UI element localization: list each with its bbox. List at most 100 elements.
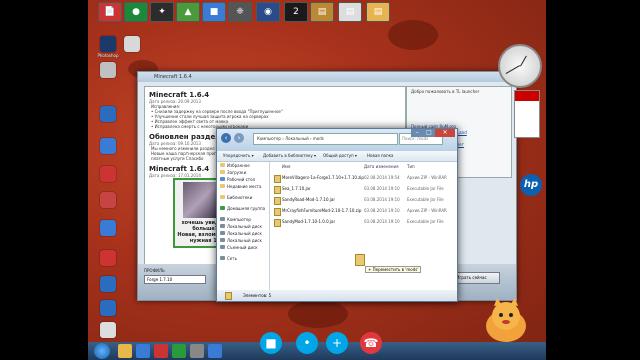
desktop-icon-9[interactable]	[100, 300, 116, 316]
video-off-icon[interactable]: ■	[260, 332, 282, 354]
nav-item[interactable]: Съемный диск	[217, 244, 269, 251]
nav-item[interactable]: Библиотеки	[217, 194, 269, 201]
nav-item[interactable]: Локальный диск	[217, 237, 269, 244]
file-date: 03.08.2014 19:10	[364, 219, 400, 224]
taskbar-app-icon[interactable]	[154, 344, 168, 358]
top-launcher-5-icon[interactable]: ❈	[228, 2, 252, 22]
file-icon	[274, 186, 281, 194]
desktop-icon-1[interactable]	[100, 62, 116, 78]
col-name[interactable]: Имя	[282, 164, 290, 169]
top-launcher-6-icon[interactable]: ◉	[256, 2, 280, 22]
nav-item[interactable]: Сеть	[217, 255, 269, 262]
nav-item[interactable]: Домашняя группа	[217, 205, 269, 212]
back-button[interactable]: ‹	[221, 133, 231, 143]
top-launcher-10-icon[interactable]: ▤	[366, 2, 390, 22]
minimize-button[interactable]: –	[411, 129, 423, 137]
taskbar-app-icon[interactable]	[118, 344, 132, 358]
desktop-icon-8[interactable]	[100, 276, 116, 292]
top-launcher-7-icon[interactable]: 2	[284, 2, 308, 22]
nav-item[interactable]: Недавние места	[217, 183, 269, 190]
nav-item-label: Домашняя группа	[227, 206, 266, 211]
col-date[interactable]: Дата изменения	[364, 164, 399, 169]
nav-item-icon	[220, 231, 225, 235]
left-letterbox	[0, 0, 88, 360]
drag-file-icon	[355, 254, 365, 266]
desktop-icon-10[interactable]	[100, 322, 116, 338]
close-button[interactable]: ✕	[435, 129, 455, 137]
explorer-titlebar[interactable]: ‹ › Компьютер › Локальный › mods Поиск: …	[217, 129, 457, 151]
desktop-icon-0[interactable]	[100, 36, 116, 52]
file-name: SandyMod-1.7.10-1.0.0.jar	[282, 219, 336, 224]
top-launcher-8-icon[interactable]: ▤	[310, 2, 334, 22]
desktop-icon-label: Photoshop	[97, 53, 119, 58]
nav-item-label: Загрузки	[227, 170, 247, 175]
nav-item-label: Избранное	[227, 163, 250, 168]
hangup-icon[interactable]: ☎	[360, 332, 382, 354]
file-name: MoreVillagers-1a-Forge1.7.10+1.7.10.zip	[282, 175, 364, 180]
cat-sticker-icon	[486, 298, 526, 342]
col-type[interactable]: Тип	[407, 164, 415, 169]
taskbar-app-icon[interactable]	[136, 344, 150, 358]
nav-item-icon	[220, 245, 225, 249]
navigation-pane[interactable]: Избранное Загрузки Рабочий стол Недавние ме…	[217, 162, 270, 290]
nav-item[interactable]: Рабочий стол	[217, 176, 269, 183]
top-launcher-1-icon[interactable]: ●	[124, 2, 148, 22]
nav-item-icon	[220, 238, 225, 242]
top-launcher-3-icon[interactable]: ▲	[176, 2, 200, 22]
taskbar-app-icon[interactable]	[172, 344, 186, 358]
top-launcher-2-icon[interactable]: ✦	[150, 2, 174, 22]
file-icon	[274, 175, 281, 183]
desktop-icon-7[interactable]	[100, 250, 116, 266]
desktop-icon-5[interactable]	[100, 192, 116, 208]
taskbar-app-icon[interactable]	[208, 344, 222, 358]
microphone-icon[interactable]: •	[296, 332, 318, 354]
file-row[interactable]: Sea_1.7.10.jar 03.08.2014 19:10 Executable…	[272, 185, 455, 194]
top-launcher-9-icon[interactable]: ▤	[338, 2, 362, 22]
desktop-icon-4[interactable]	[100, 166, 116, 182]
top-launcher-0-icon[interactable]: 📄	[98, 2, 122, 22]
taskbar-app-icon[interactable]	[190, 344, 204, 358]
nav-item[interactable]: Локальный диск	[217, 223, 269, 230]
top-launcher-4-icon[interactable]: ■	[202, 2, 226, 22]
nav-item[interactable]: Избранное	[217, 162, 269, 169]
start-button[interactable]	[94, 343, 110, 359]
hp-logo-icon[interactable]: hp	[520, 174, 542, 196]
launcher-titlebar[interactable]: Minecraft 1.6.4	[138, 72, 516, 82]
clock-gadget[interactable]	[498, 44, 542, 88]
nav-item[interactable]: Загрузки	[217, 169, 269, 176]
nav-item-icon	[220, 184, 225, 188]
share-menu[interactable]: Общий доступ ▾	[323, 151, 357, 161]
add-icon[interactable]: +	[326, 332, 348, 354]
nav-item-label: Съемный диск	[227, 245, 258, 250]
nav-item[interactable]: Компьютер	[217, 216, 269, 223]
file-row[interactable]: MrCrayfishFurnitureMod-2.10-1.7.10.zip 03…	[272, 207, 455, 216]
nav-item-icon	[220, 217, 225, 221]
nav-item[interactable]: Локальный диск	[217, 230, 269, 237]
file-date: 02.08.2014 19:54	[364, 175, 400, 180]
file-list[interactable]: Имя Дата изменения Тип MoreVillagers-1a-…	[270, 162, 457, 290]
nav-item-label: Локальный диск	[227, 231, 262, 236]
organize-menu[interactable]: Упорядочить ▾	[223, 151, 254, 161]
desktop-file-icon[interactable]	[124, 36, 140, 52]
desktop-icon-2[interactable]	[100, 106, 116, 122]
file-row[interactable]: SandyRoad-Mod-1.7.10.jar 03.08.2014 19:10…	[272, 196, 455, 205]
forward-button[interactable]: ›	[234, 133, 244, 143]
nav-item-icon	[220, 170, 225, 174]
nav-item-label: Локальный диск	[227, 224, 262, 229]
nav-item-icon	[220, 206, 225, 210]
maximize-button[interactable]: □	[423, 129, 435, 137]
nav-item-label: Библиотеки	[227, 195, 253, 200]
calendar-gadget[interactable]	[514, 90, 540, 138]
nav-item-icon	[220, 163, 225, 167]
desktop-icon-6[interactable]	[100, 220, 116, 236]
profile-select[interactable]: Forge 1.7.10	[144, 275, 206, 284]
address-bar[interactable]: Компьютер › Локальный › mods	[253, 133, 398, 145]
nav-item-icon	[220, 195, 225, 199]
explorer-window[interactable]: ‹ › Компьютер › Локальный › mods Поиск: …	[216, 128, 458, 302]
file-date: 03.08.2014 19:10	[364, 186, 400, 191]
file-row[interactable]: MoreVillagers-1a-Forge1.7.10+1.7.10.zip 0…	[272, 174, 455, 183]
add-to-library-menu[interactable]: Добавить в библиотеку ▾	[263, 151, 316, 161]
new-folder-button[interactable]: Новая папка	[367, 151, 394, 161]
file-row[interactable]: SandyMod-1.7.10-1.0.0.jar 03.08.2014 19:1…	[272, 218, 455, 227]
desktop-icon-3[interactable]	[100, 138, 116, 154]
